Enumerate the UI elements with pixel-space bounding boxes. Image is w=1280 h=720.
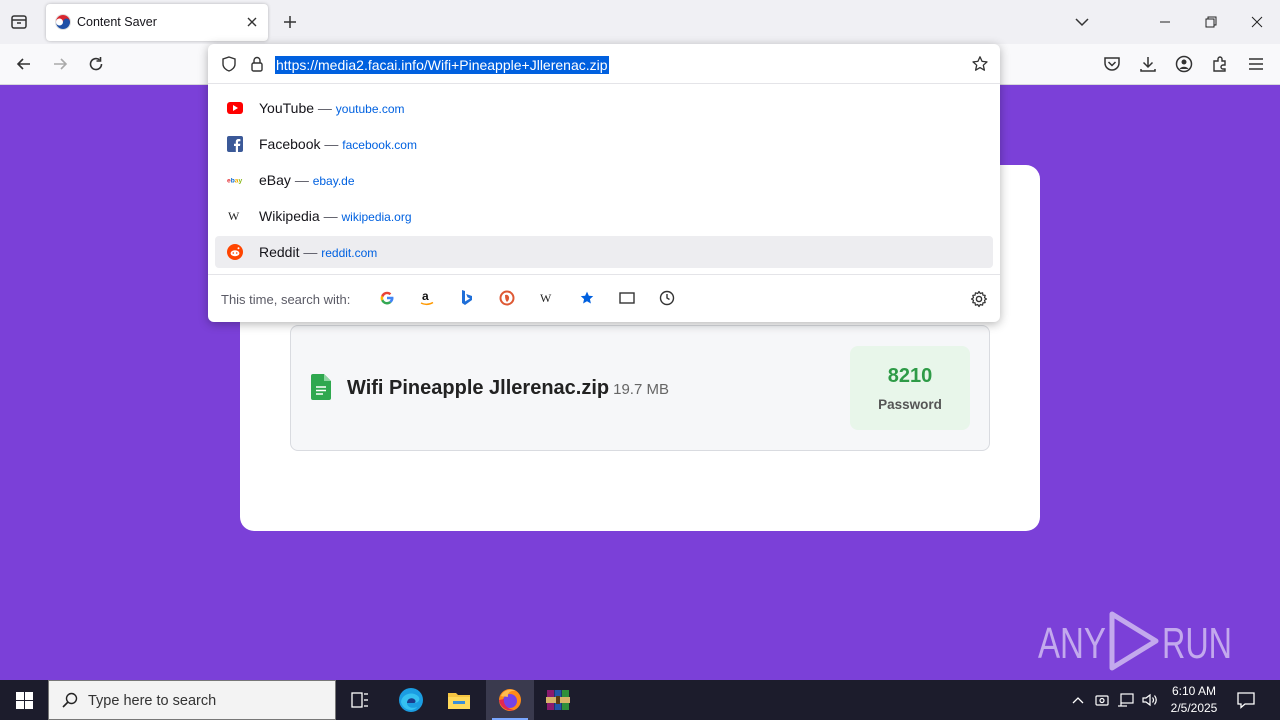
- downloads-icon[interactable]: [1138, 54, 1158, 74]
- wikipedia-icon: W: [227, 208, 243, 224]
- anyrun-watermark: ANY RUN: [1038, 611, 1232, 671]
- svg-text:ebay: ebay: [227, 178, 242, 184]
- file-size: 19.7 MB: [613, 381, 669, 398]
- suggestion-text: Wikipedia — wikipedia.org: [259, 208, 412, 224]
- url-bar[interactable]: https://media2.facai.info/Wifi+Pineapple…: [208, 44, 1000, 84]
- file-explorer-icon[interactable]: [435, 680, 483, 720]
- windows-start-icon[interactable]: [0, 680, 48, 720]
- taskbar-search-box[interactable]: Type here to search: [48, 680, 336, 720]
- password-badge: 8210 Password: [850, 346, 970, 430]
- clock-date: 2/5/2025: [1170, 701, 1218, 715]
- gear-icon[interactable]: [970, 290, 988, 308]
- back-arrow-icon[interactable]: [14, 54, 34, 74]
- close-tab-icon[interactable]: [244, 14, 260, 30]
- suggestion-url: youtube.com: [335, 102, 405, 116]
- suggestion-text: Facebook — facebook.com: [259, 136, 417, 152]
- chevron-down-icon[interactable]: [1073, 13, 1091, 31]
- suggestion-title: Reddit: [259, 244, 300, 260]
- suggestion-separator: —: [303, 244, 318, 260]
- bookmarks-icon[interactable]: [578, 289, 596, 307]
- password-label: Password: [878, 397, 942, 412]
- search-icon: [62, 692, 78, 708]
- svg-text:ANY: ANY: [1038, 619, 1106, 668]
- suggestion-text: eBay — ebay.de: [259, 172, 355, 188]
- duckduckgo-icon[interactable]: [498, 289, 516, 307]
- svg-text:a: a: [422, 290, 429, 303]
- suggestion-url: wikipedia.org: [341, 210, 412, 224]
- bookmark-star-icon[interactable]: [971, 55, 989, 73]
- system-clock[interactable]: 6:10 AM 2/5/2025: [1164, 683, 1224, 717]
- suggestion-text: YouTube — youtube.com: [259, 100, 405, 116]
- suggestion-title: YouTube: [259, 100, 315, 116]
- network-icon[interactable]: [1117, 691, 1135, 709]
- suggestion-text: Reddit — reddit.com: [259, 244, 377, 260]
- one-off-search-row: This time, search with: a W: [208, 274, 1000, 322]
- close-window-button[interactable]: [1234, 0, 1280, 44]
- account-icon[interactable]: [1174, 54, 1194, 74]
- firefox-icon[interactable]: [486, 680, 534, 720]
- tab-title: Content Saver: [77, 15, 157, 29]
- extensions-icon[interactable]: [1210, 54, 1230, 74]
- search-with-label: This time, search with:: [221, 292, 351, 307]
- amazon-icon[interactable]: a: [418, 289, 436, 307]
- suggestion-separator: —: [294, 172, 309, 188]
- restore-button[interactable]: [1188, 0, 1234, 44]
- winrar-icon[interactable]: [534, 680, 582, 720]
- suggestion-title: eBay: [259, 172, 291, 188]
- suggestion-separator: —: [317, 100, 332, 116]
- history-icon[interactable]: [658, 289, 676, 307]
- menu-icon[interactable]: [1246, 54, 1266, 74]
- url-bar-dropdown: https://media2.facai.info/Wifi+Pineapple…: [208, 44, 1000, 322]
- url-input[interactable]: https://media2.facai.info/Wifi+Pineapple…: [275, 56, 609, 74]
- content-saver-favicon: [55, 14, 71, 30]
- suggestion-separator: —: [324, 136, 339, 152]
- suggestion-title: Wikipedia: [259, 208, 320, 224]
- password-code: 8210: [887, 365, 933, 387]
- tab-content-saver[interactable]: Content Saver: [46, 4, 268, 41]
- suggestion-ebay[interactable]: ebay eBay — ebay.de: [215, 164, 993, 196]
- tracking-protection-shield-icon[interactable]: [220, 55, 238, 73]
- youtube-icon: [227, 100, 243, 116]
- reload-icon[interactable]: [86, 54, 106, 74]
- ebay-icon: ebay: [227, 172, 243, 188]
- suggestion-title: Facebook: [259, 136, 321, 152]
- new-tab-icon[interactable]: [280, 12, 300, 32]
- forward-arrow-icon[interactable]: [50, 54, 70, 74]
- edge-icon[interactable]: [387, 680, 435, 720]
- volume-icon[interactable]: [1141, 691, 1159, 709]
- suggestion-wikipedia[interactable]: W Wikipedia — wikipedia.org: [215, 200, 993, 232]
- facebook-icon: [227, 136, 243, 152]
- clock-time: 6:10 AM: [1171, 684, 1217, 698]
- suggestion-separator: —: [323, 208, 338, 224]
- pocket-icon[interactable]: [1102, 54, 1122, 74]
- svg-text:W: W: [540, 292, 552, 304]
- file-name: Wifi Pineapple Jllerenac.zip 19.7 MB: [347, 377, 669, 400]
- tab-strip: Content Saver: [0, 0, 1280, 44]
- svg-text:W: W: [228, 210, 240, 222]
- file-name-text: Wifi Pineapple Jllerenac.zip: [347, 377, 610, 399]
- file-download-box[interactable]: Wifi Pineapple Jllerenac.zip 19.7 MB 8210…: [290, 325, 990, 451]
- suggestion-facebook[interactable]: Facebook — facebook.com: [215, 128, 993, 160]
- tabs-icon[interactable]: [618, 289, 636, 307]
- firefox-view-icon[interactable]: [8, 11, 30, 33]
- suggestion-url: reddit.com: [321, 246, 378, 260]
- task-view-icon[interactable]: [336, 680, 384, 720]
- suggestion-url: facebook.com: [342, 138, 417, 152]
- suggestion-reddit[interactable]: Reddit — reddit.com: [215, 236, 993, 268]
- suggestion-url: ebay.de: [312, 174, 355, 188]
- wikipedia-icon[interactable]: W: [538, 289, 556, 307]
- meet-now-icon[interactable]: [1093, 691, 1111, 709]
- chevron-up-icon[interactable]: [1069, 691, 1087, 709]
- search-placeholder: Type here to search: [88, 693, 217, 709]
- google-icon[interactable]: [378, 289, 396, 307]
- svg-text:RUN: RUN: [1162, 619, 1232, 668]
- file-icon: [311, 374, 331, 400]
- lock-icon[interactable]: [248, 55, 266, 73]
- reddit-icon: [227, 244, 243, 260]
- bing-icon[interactable]: [458, 289, 476, 307]
- suggestion-youtube[interactable]: YouTube — youtube.com: [215, 92, 993, 124]
- minimize-button[interactable]: [1142, 0, 1188, 44]
- notification-center-icon[interactable]: [1236, 690, 1256, 710]
- windows-taskbar: Type here to search 6:10 AM 2/5/2025: [0, 680, 1280, 720]
